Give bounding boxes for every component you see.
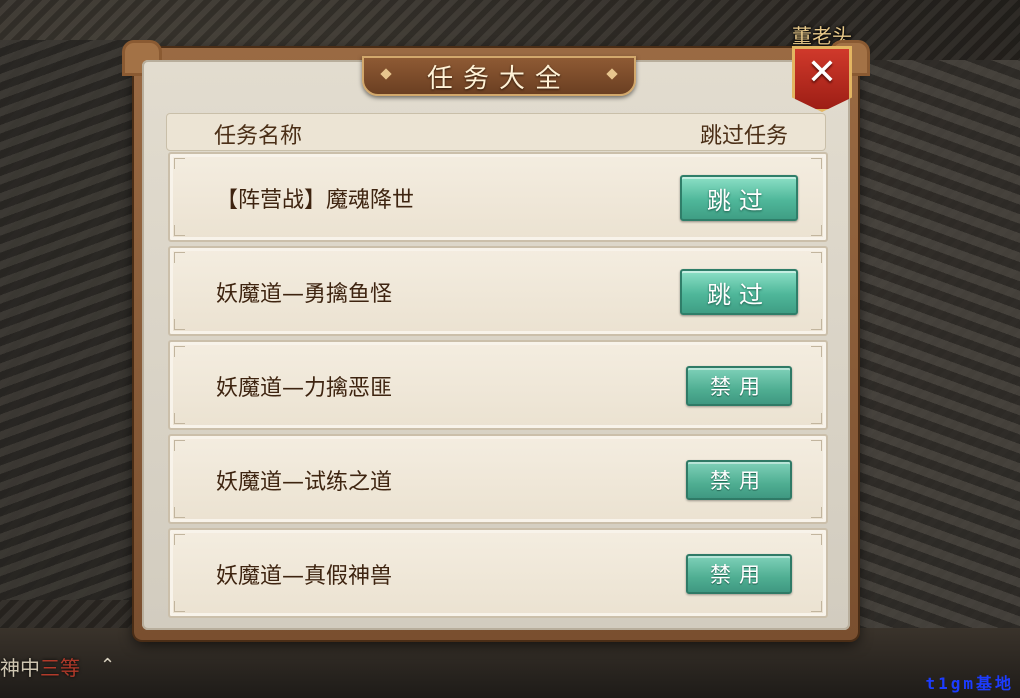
title-ornament-left-icon — [380, 68, 392, 80]
header-task-name: 任务名称 — [214, 124, 303, 149]
dialog-title-plate: 任务大全 — [362, 56, 636, 96]
disable-task-button[interactable]: 禁用 — [686, 366, 792, 406]
task-name: 妖魔道—真假神兽 — [216, 564, 393, 589]
chat-hint[interactable]: 神中三等 — [0, 652, 80, 681]
left-roof-scenery — [0, 40, 150, 600]
disable-task-button[interactable]: 禁用 — [686, 460, 792, 500]
chat-hint-highlight: 三等 — [40, 656, 80, 680]
chat-expand-icon[interactable]: ⌃ — [100, 655, 115, 676]
task-row: 妖魔道—试练之道 禁用 — [168, 434, 828, 524]
task-name: 【阵营战】魔魂降世 — [216, 188, 415, 213]
chat-hint-text: 神中 — [0, 656, 40, 680]
task-name: 妖魔道—试练之道 — [216, 470, 393, 495]
header-skip-task: 跳过任务 — [699, 124, 788, 149]
skip-task-button[interactable]: 跳过 — [680, 175, 798, 221]
skip-task-button[interactable]: 跳过 — [680, 269, 798, 315]
title-ornament-right-icon — [606, 68, 618, 80]
task-name: 妖魔道—勇擒鱼怪 — [216, 282, 393, 307]
task-row: 妖魔道—力擒恶匪 禁用 — [168, 340, 828, 430]
task-row: 妖魔道—真假神兽 禁用 — [168, 528, 828, 618]
watermark-text: t1gm基地 — [925, 674, 1014, 693]
task-row: 【阵营战】魔魂降世 跳过 — [168, 152, 828, 242]
close-icon: ✕ — [806, 52, 838, 93]
task-table-header: 任务名称 跳过任务 — [166, 113, 826, 151]
dialog-title: 任务大全 — [426, 63, 571, 94]
task-name: 妖魔道—力擒恶匪 — [216, 376, 393, 401]
disable-task-button[interactable]: 禁用 — [686, 554, 792, 594]
right-roof-scenery — [850, 60, 1020, 660]
task-row: 妖魔道—勇擒鱼怪 跳过 — [168, 246, 828, 336]
